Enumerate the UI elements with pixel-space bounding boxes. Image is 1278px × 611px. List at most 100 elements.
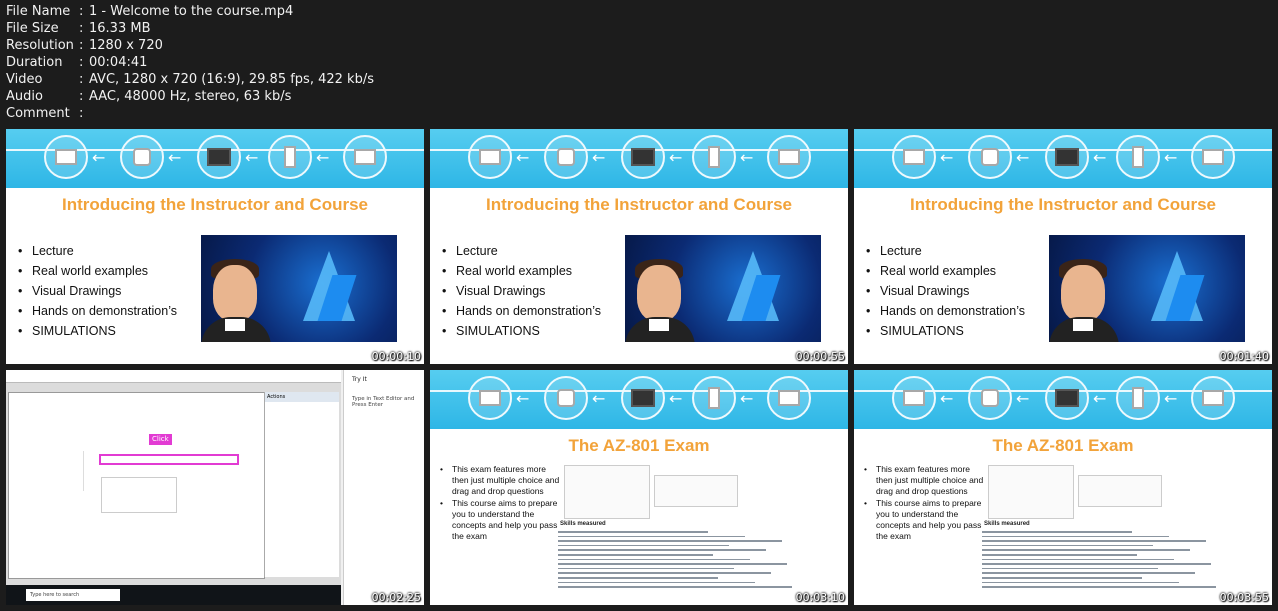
skills-line [558, 544, 729, 547]
skills-line [558, 581, 755, 584]
timestamp: 00:00:55 [795, 350, 845, 363]
device-icon [778, 149, 800, 165]
device-circle [621, 376, 665, 420]
arrow-left-icon: ← [940, 389, 954, 408]
meta-row: Comment: [6, 105, 374, 122]
window-titlebar [6, 370, 341, 383]
skills-line [982, 531, 1132, 533]
meta-key: File Size [6, 21, 59, 36]
device-icon [1055, 148, 1079, 166]
slide-banner: ← ← ← ← [6, 129, 424, 188]
device-circle [1045, 135, 1089, 179]
skills-line [558, 558, 750, 561]
meta-key: Comment [6, 106, 70, 121]
device-icon [631, 389, 655, 407]
device-circle [892, 135, 936, 179]
wizard-steps [33, 451, 84, 491]
arrow-left-icon: ← [245, 148, 259, 167]
arrow-left-icon: ← [1164, 389, 1178, 408]
thumbnail: ← ← ← ← The AZ-801 Exam This exam features mo… [430, 370, 848, 605]
device-circle [621, 135, 665, 179]
bullet-item: Lecture [440, 241, 601, 261]
meta-row: Audio: AAC, 48000 Hz, stereo, 63 kb/s [6, 88, 374, 105]
file-info-panel: File Name:1 - Welcome to the course.mp4 F… [6, 3, 374, 122]
certification-card [564, 465, 650, 519]
thumbnail: ← ← ← ← The AZ-801 Exam This exam features mo… [854, 370, 1272, 605]
skills-line [558, 567, 734, 570]
arrow-left-icon: ← [168, 148, 182, 167]
meta-separator: : [79, 55, 84, 70]
bullet-item: Lecture [16, 241, 177, 261]
device-icon [1202, 390, 1224, 406]
device-icon [354, 149, 376, 165]
device-icon [1055, 389, 1079, 407]
bullet-item: Real world examples [440, 261, 601, 281]
slide-title: Introducing the Instructor and Course [485, 195, 792, 214]
bullet-item: SIMULATIONS [864, 321, 1025, 341]
device-circle [468, 135, 512, 179]
device-circle [1116, 376, 1160, 420]
instructor-image [1049, 235, 1245, 342]
mmc-panel: Click [8, 392, 265, 579]
device-icon [981, 148, 999, 166]
skills-line [558, 540, 782, 542]
try-it-label: Try It [352, 376, 367, 383]
device-icon [1132, 146, 1144, 168]
skills-line [982, 563, 1211, 565]
meta-separator: : [79, 38, 84, 53]
slide-bullets: LectureReal world examplesVisual Drawing… [864, 241, 1025, 341]
actions-pane: Actions [264, 392, 339, 577]
meta-row: File Size:16.33 MB [6, 20, 374, 37]
thumbnail: Click Actions Type here to search Try It Typ… [6, 370, 424, 605]
bullet-item: Real world examples [864, 261, 1025, 281]
instructor-image [201, 235, 397, 342]
arrow-left-icon: ← [1164, 148, 1178, 167]
arrow-left-icon: ← [592, 148, 606, 167]
device-circle [692, 376, 736, 420]
bullet-item: Visual Drawings [16, 281, 177, 301]
device-circle [767, 135, 811, 179]
meta-separator: : [79, 106, 84, 121]
timestamp: 00:01:40 [1219, 350, 1269, 363]
try-it-panel: Try It Type in Text Editor and Press Ente… [343, 370, 424, 605]
skills-line [982, 554, 1137, 556]
try-it-instruction: Type in Text Editor and Press Enter [352, 396, 415, 408]
device-icon [903, 390, 925, 406]
timestamp: 00:03:55 [1219, 591, 1269, 604]
device-icon [708, 146, 720, 168]
description-field[interactable] [101, 477, 177, 513]
certification-card [1078, 475, 1162, 507]
arrow-left-icon: ← [1093, 148, 1107, 167]
slide-banner: ← ← ← ← [854, 129, 1272, 188]
certification-card [988, 465, 1074, 519]
thumbnail: ← ← ← ← Introducing the Instructor and Cours… [854, 129, 1272, 364]
meta-separator: : [79, 89, 84, 104]
meta-value: 00:04:41 [89, 55, 148, 70]
thumbnail: ← ← ← ← Introducing the Instructor and Cours… [430, 129, 848, 364]
skills-line [558, 572, 771, 574]
skills-line [982, 581, 1179, 584]
device-circle [197, 135, 241, 179]
taskbar-search[interactable]: Type here to search [26, 589, 120, 601]
device-icon [631, 148, 655, 166]
certification-card [654, 475, 738, 507]
device-circle [544, 376, 588, 420]
thumbnail: ← ← ← ← Introducing the Instructor and Cours… [6, 129, 424, 364]
meta-row: Duration:00:04:41 [6, 54, 374, 71]
skills-line [982, 558, 1174, 561]
device-icon [284, 146, 296, 168]
meta-value: 1 - Welcome to the course.mp4 [89, 4, 294, 19]
slide-title: The AZ-801 Exam [992, 436, 1134, 455]
instructor-image [625, 235, 821, 342]
bullet-item: This course aims to prepare you to under… [862, 498, 986, 543]
device-circle [544, 135, 588, 179]
bullet-item: This exam features more then just multip… [862, 464, 986, 498]
exam-details-image: Skills measured [556, 457, 836, 597]
skills-line [982, 577, 1142, 579]
device-icon [708, 387, 720, 409]
arrow-left-icon: ← [516, 148, 530, 167]
bullet-item: This course aims to prepare you to under… [438, 498, 562, 543]
device-circle [892, 376, 936, 420]
skills-line [982, 544, 1153, 547]
instructor-avatar [1073, 319, 1093, 331]
